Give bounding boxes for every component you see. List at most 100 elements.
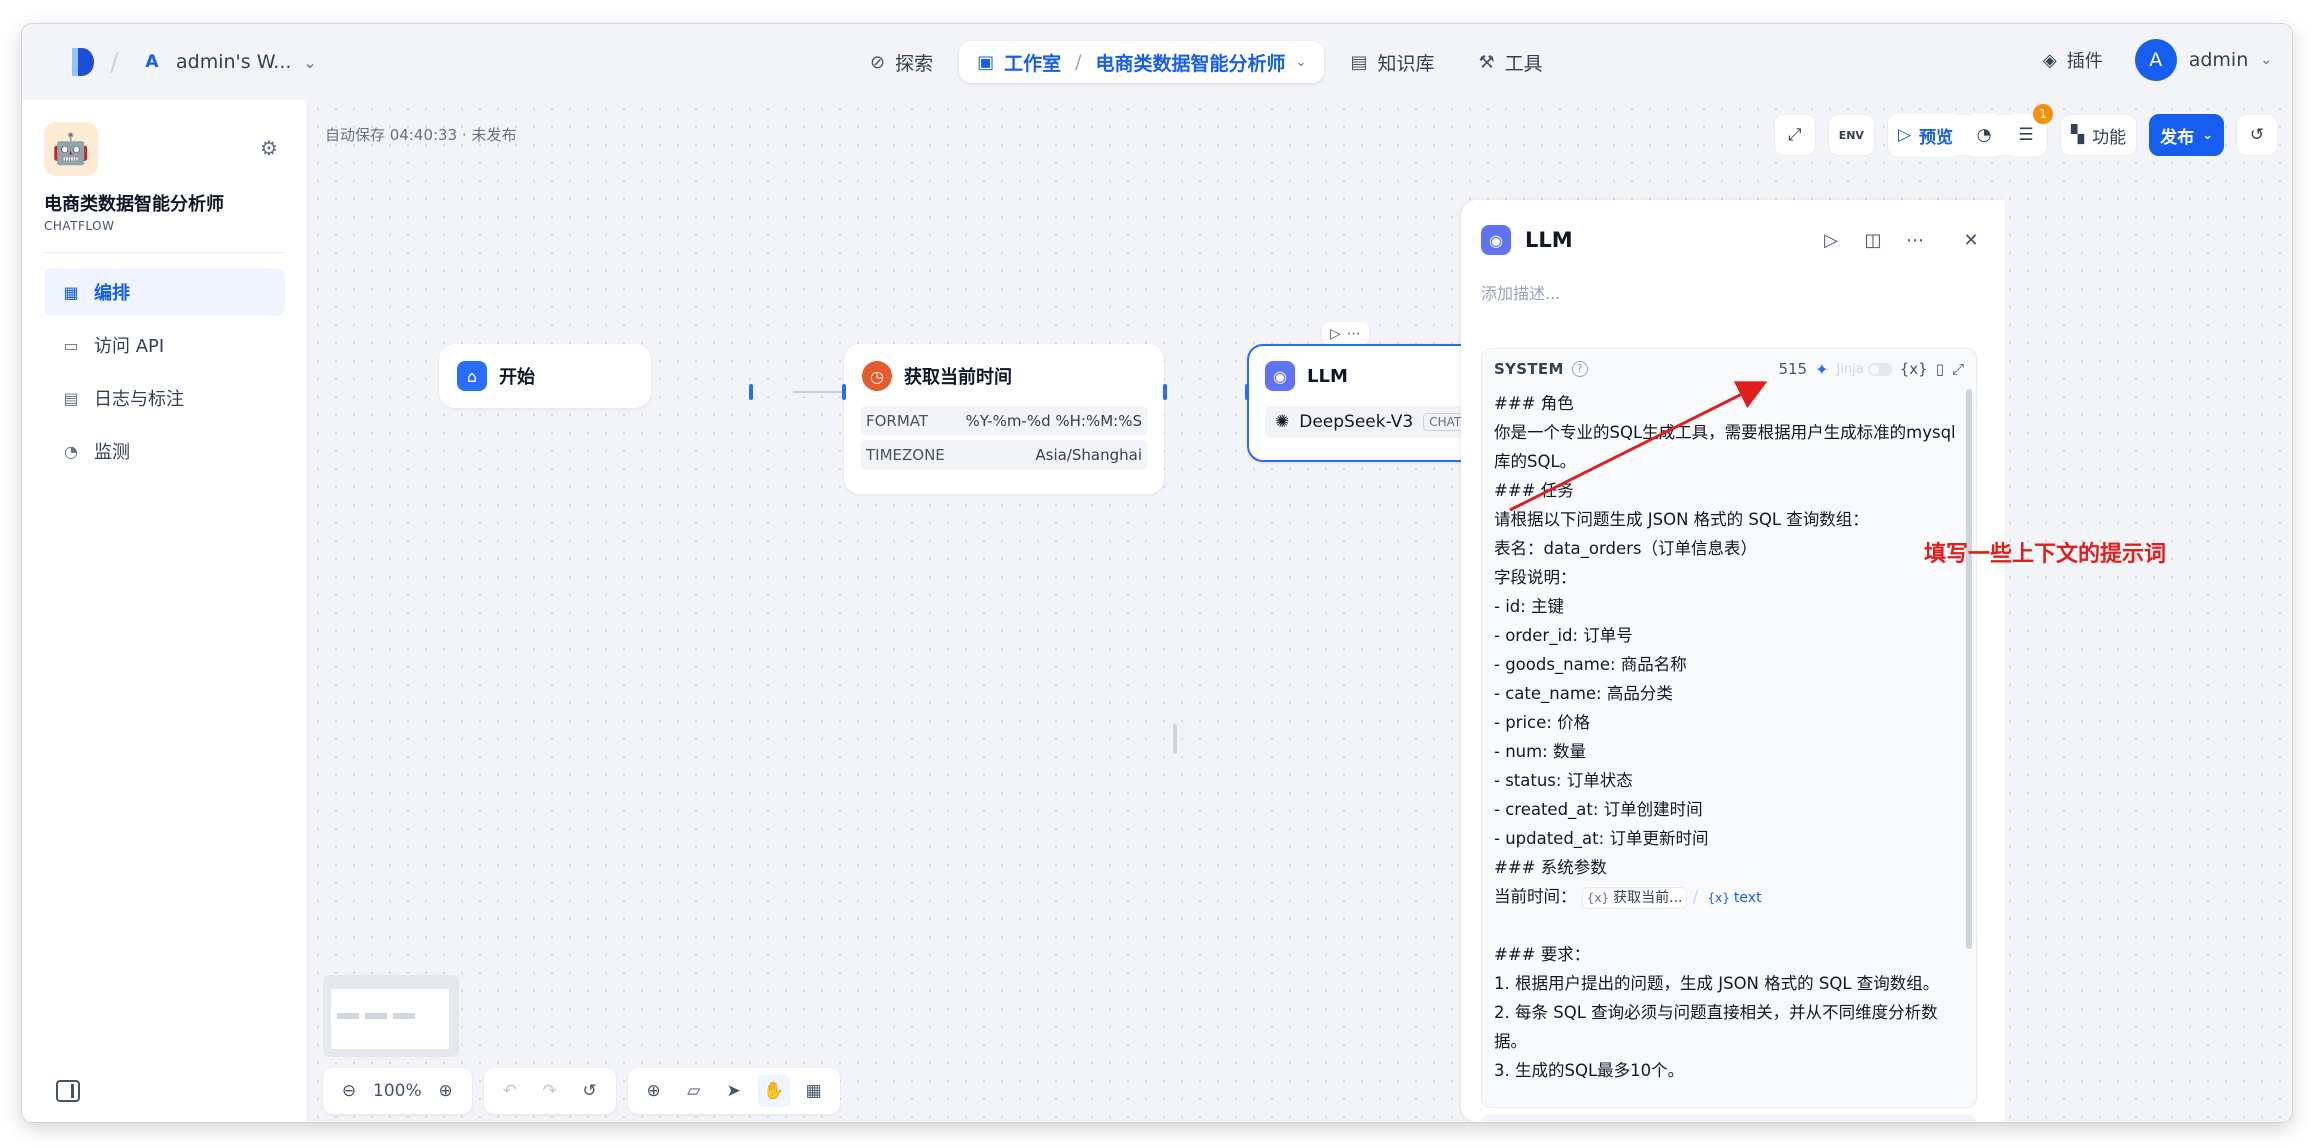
- sidebar-item-orchestrate[interactable]: ▦ 编排: [44, 268, 285, 316]
- prompt-line: - cate_name: 高品分类: [1494, 684, 1673, 703]
- checklist-button[interactable]: ☰ 1: [2005, 104, 2054, 156]
- nav-knowledge[interactable]: ▤ 知识库: [1332, 41, 1452, 83]
- note-icon[interactable]: ▱: [678, 1075, 710, 1107]
- sidebar: 🤖 ⚙ 电商类数据智能分析师 CHATFLOW ▦ 编排 ▭ 访问 API ▤ …: [22, 100, 308, 1122]
- node-title: 开始: [499, 367, 535, 388]
- node-title: LLM: [1307, 365, 1348, 387]
- nav-knowledge-label: 知识库: [1377, 52, 1435, 75]
- plugins-label: 插件: [2066, 51, 2103, 72]
- pointer-icon[interactable]: ➤: [718, 1075, 750, 1107]
- variable-node: 获取当前...: [1613, 890, 1683, 906]
- sidebar-item-api[interactable]: ▭ 访问 API: [44, 321, 285, 369]
- prompt-line: ### 要求：: [1494, 945, 1591, 964]
- play-icon: ▷: [1897, 125, 1912, 145]
- param-key: FORMAT: [866, 412, 929, 430]
- nav-separator: /: [1075, 51, 1082, 73]
- sidebar-collapse-icon[interactable]: [56, 1080, 80, 1102]
- divider: [44, 252, 285, 253]
- prompt-text[interactable]: ### 角色 你是一个专业的SQL生成工具，需要根据用户生成标准的mysql库的…: [1482, 389, 1976, 1085]
- nav-explore[interactable]: ⊘ 探索: [852, 41, 951, 83]
- nav-tools[interactable]: ⚒ 工具: [1461, 41, 1561, 83]
- expand-icon[interactable]: ⤢: [1952, 360, 1964, 378]
- description-input[interactable]: 添加描述...: [1481, 280, 1560, 304]
- next-section: [1481, 1114, 1977, 1122]
- plugins-button[interactable]: ◈ 插件: [2029, 38, 2117, 82]
- nav-explore-label: 探索: [895, 52, 934, 75]
- panel-title: LLM: [1525, 228, 1573, 252]
- sliders-icon[interactable]: ⚙: [260, 136, 278, 160]
- grid-icon: ▚: [2071, 125, 2085, 145]
- jinja-label: Jinja: [1836, 361, 1864, 377]
- undo-icon[interactable]: ↶: [494, 1075, 526, 1107]
- prompt-blank-line: [1494, 911, 1964, 940]
- publish-button[interactable]: 发布 ⌄: [2149, 114, 2224, 156]
- time-output-handle[interactable]: [1163, 384, 1167, 400]
- prompt-line: ### 任务: [1494, 481, 1574, 500]
- insert-variable-icon[interactable]: {x}: [1900, 360, 1928, 378]
- time-input-handle[interactable]: [842, 384, 846, 400]
- prompt-line-time: 当前时间： {x} 获取当前... / {x} text: [1494, 882, 1964, 911]
- env-button[interactable]: ENV: [1827, 114, 1875, 156]
- prompt-line: ### 角色: [1494, 394, 1574, 413]
- run-icon[interactable]: ▷: [1817, 230, 1845, 251]
- llm-input-handle[interactable]: [1245, 384, 1249, 400]
- zoom-out-icon[interactable]: ⊖: [333, 1075, 365, 1107]
- version-history-icon[interactable]: ↺: [2236, 114, 2278, 156]
- import-icon[interactable]: ⤢: [1773, 114, 1816, 156]
- sparkle-icon[interactable]: ✦: [1815, 360, 1828, 379]
- gauge-icon: ◔: [64, 441, 78, 461]
- zoom-in-icon[interactable]: ⊕: [430, 1075, 462, 1107]
- user-menu[interactable]: A admin ⌄: [2134, 39, 2272, 81]
- add-block-icon[interactable]: ⊕: [638, 1075, 670, 1107]
- split-view-icon[interactable]: ◫: [1859, 230, 1887, 251]
- more-icon[interactable]: ⋯: [1347, 326, 1361, 342]
- start-output-handle[interactable]: [749, 384, 753, 400]
- workspace-selector[interactable]: A admin's W... ⌄: [140, 46, 316, 78]
- nav-studio[interactable]: ▣ 工作室 / 电商类数据智能分析师 ⌄: [959, 41, 1325, 83]
- sidebar-item-label: 监测: [94, 442, 130, 463]
- prompt-line: - created_at: 订单创建时间: [1494, 800, 1703, 819]
- time-label: 当前时间：: [1494, 887, 1577, 906]
- param-value: %Y-%m-%d %H:%M:%S: [965, 412, 1142, 430]
- prompt-line: 字段说明：: [1494, 568, 1577, 587]
- app-title: 电商类数据智能分析师: [44, 194, 224, 215]
- redo-icon[interactable]: ↷: [534, 1075, 566, 1107]
- run-icon[interactable]: ▷: [1330, 326, 1341, 342]
- variable-chip[interactable]: {x} 获取当前...: [1581, 887, 1688, 909]
- top-right-area: ◈ 插件 A admin ⌄: [2029, 38, 2272, 82]
- sidebar-item-monitor[interactable]: ◔ 监测: [44, 427, 285, 475]
- hand-icon[interactable]: ✋: [757, 1075, 790, 1107]
- minimap-viewport: [331, 989, 449, 1049]
- book-icon: ▤: [1350, 51, 1368, 73]
- workflow-canvas[interactable]: 自动保存 04:40:33 · 未发布 ⌂ 开始 ◷ 获取当前时间 FORMAT…: [309, 100, 2292, 1122]
- history-run-icon[interactable]: ◔: [1963, 114, 2006, 156]
- close-icon[interactable]: ✕: [1957, 230, 1985, 251]
- nav-studio-label: 工作室: [1004, 52, 1062, 75]
- jinja-toggle[interactable]: Jinja: [1836, 361, 1892, 377]
- help-icon[interactable]: ?: [1571, 361, 1588, 377]
- more-icon[interactable]: ⋯: [1901, 230, 1929, 251]
- param-timezone: TIMEZONE Asia/Shanghai: [860, 440, 1148, 470]
- model-icon: ✺: [1275, 412, 1290, 432]
- sidebar-item-logs[interactable]: ▤ 日志与标注: [44, 374, 285, 422]
- system-prompt-editor[interactable]: SYSTEM ? 515 ✦ Jinja {x} ▯ ⤢ ### 角色 你是一个…: [1481, 348, 1977, 1108]
- clipboard-icon[interactable]: ▯: [1936, 360, 1944, 378]
- terminal-icon: ▭: [63, 335, 79, 355]
- app-window: / A admin's W... ⌄ ⊘ 探索 ▣ 工作室 / 电商类数据智能分…: [22, 24, 2292, 1122]
- minimap[interactable]: [323, 975, 459, 1057]
- checklist-icon: ☰: [2018, 125, 2034, 145]
- organize-icon[interactable]: ▦: [798, 1075, 830, 1107]
- nav-app-name[interactable]: 电商类数据智能分析师: [1096, 49, 1286, 76]
- preview-button[interactable]: ▷ 预览: [1887, 114, 1964, 156]
- node-get-time[interactable]: ◷ 获取当前时间 FORMAT %Y-%m-%d %H:%M:%S TIMEZO…: [844, 344, 1164, 494]
- panel-resize-handle[interactable]: [1173, 724, 1177, 754]
- zoom-level[interactable]: 100%: [373, 1081, 422, 1101]
- features-button[interactable]: ▚ 功能: [2060, 114, 2138, 156]
- prompt-scrollbar[interactable]: [1966, 389, 1972, 949]
- hammer-icon: ⚒: [1478, 51, 1495, 73]
- node-start[interactable]: ⌂ 开始: [439, 344, 651, 408]
- prompt-role-label: SYSTEM: [1494, 360, 1564, 378]
- dify-logo[interactable]: [68, 46, 96, 78]
- variable-chip[interactable]: {x} text: [1704, 888, 1766, 908]
- history-icon[interactable]: ↺: [574, 1075, 606, 1107]
